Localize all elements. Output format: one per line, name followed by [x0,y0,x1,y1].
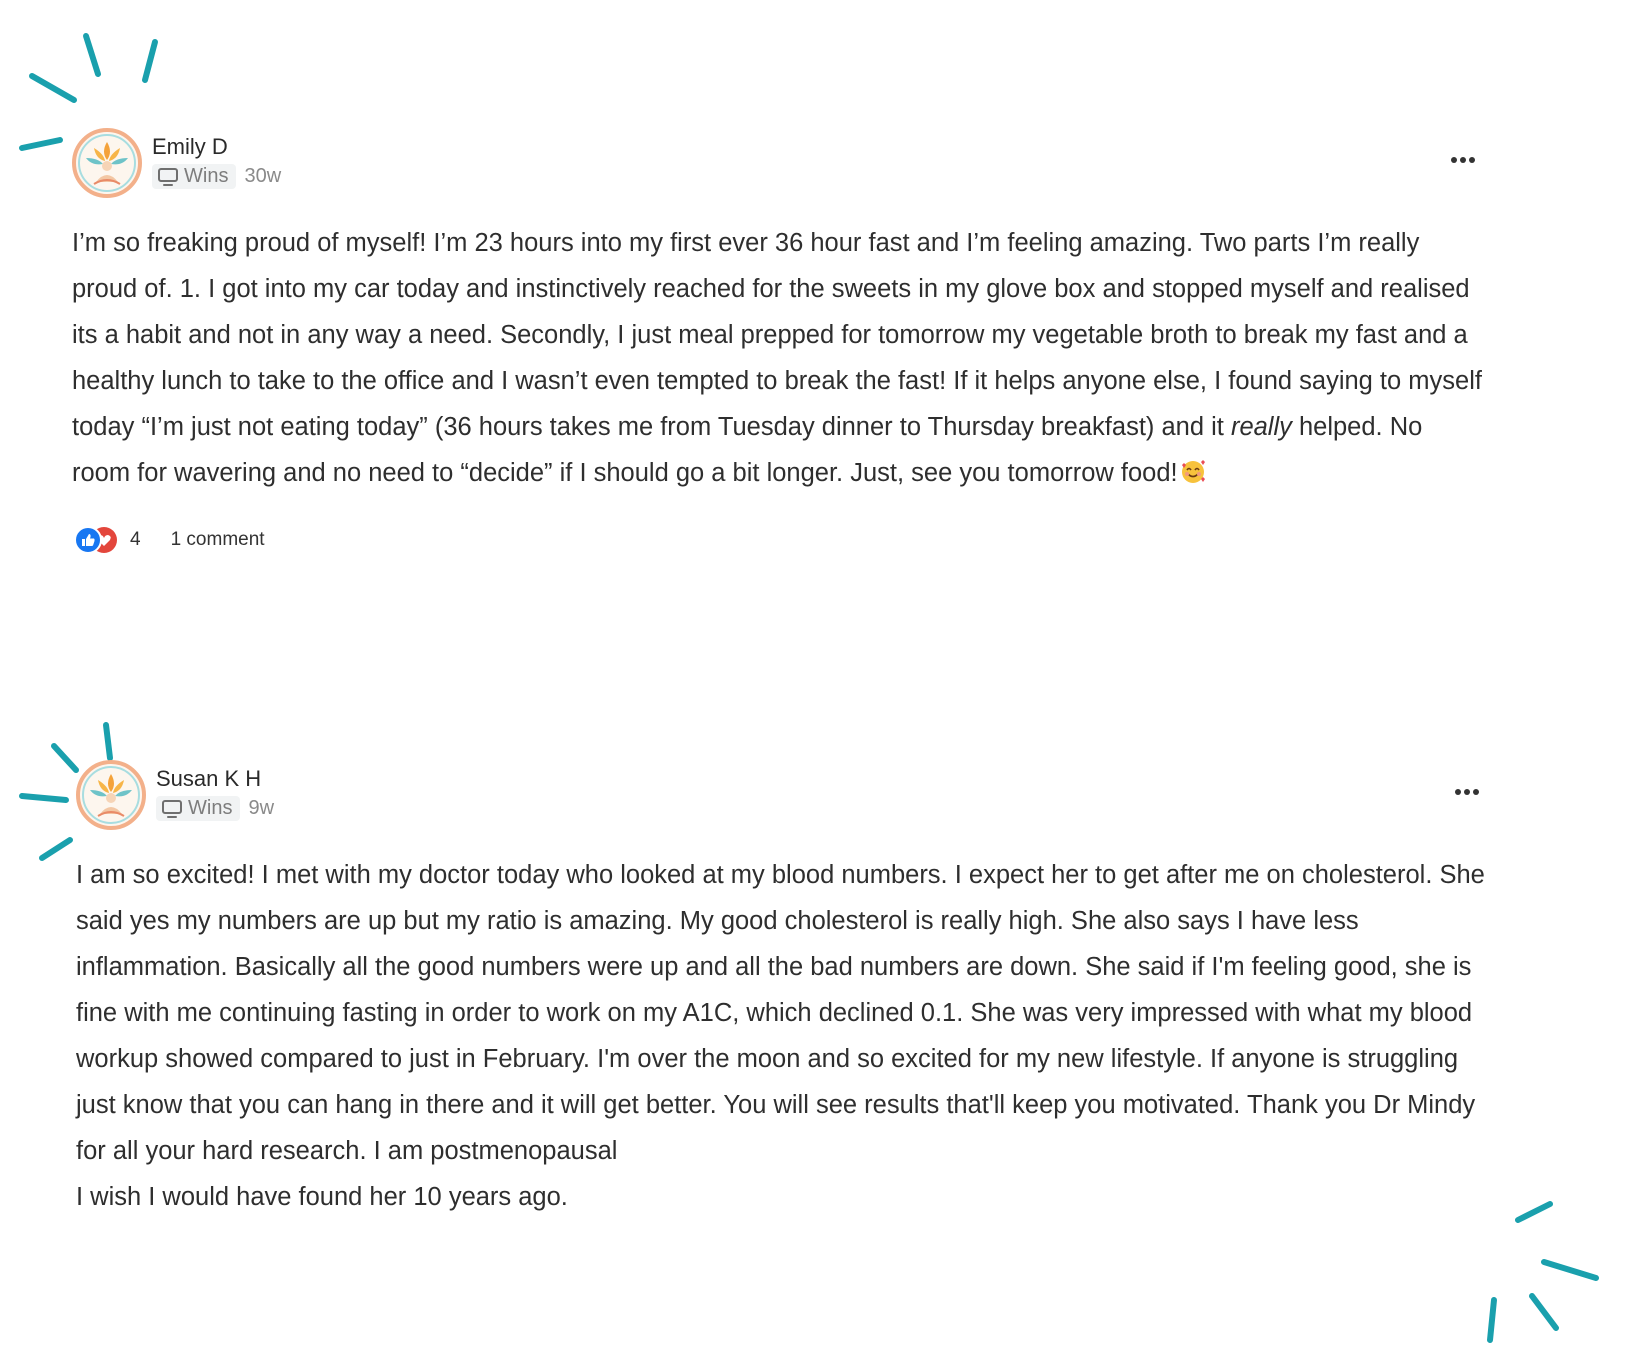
post-meta: Wins 9w [156,796,274,821]
post-body: I am so excited! I met with my doctor to… [76,852,1490,1220]
post-card: Emily D Wins 30w I’m so freaking proud o… [72,128,1562,554]
author-name[interactable]: Emily D [152,134,228,160]
post-text: I wish I would have found her 10 years a… [76,1183,568,1211]
like-icon [74,526,102,554]
post-header: Emily D Wins 30w [72,128,1562,200]
post-header: Susan K H Wins 9w [76,760,1566,832]
reactions-bar: 4 1 comment [72,526,1562,554]
post-text: I am so excited! I met with my doctor to… [76,861,1485,1165]
comments-link[interactable]: 1 comment [171,529,265,551]
lotus-meditation-avatar-icon[interactable] [72,128,142,198]
category-label: Wins [184,165,229,187]
monitor-icon [162,799,182,818]
author-name[interactable]: Susan K H [156,766,261,792]
more-options-icon[interactable] [1446,148,1480,172]
smiling-face-with-hearts-emoji [1181,460,1205,483]
post-time: 30w [244,165,282,187]
monitor-icon [158,167,178,186]
post-time: 9w [248,797,275,819]
category-chip[interactable]: Wins [156,796,241,821]
post-meta: Wins 30w [152,164,281,189]
post-text: I’m so freaking proud of myself! I’m 23 … [72,220,1482,496]
reaction-icons[interactable] [72,526,120,554]
category-chip[interactable]: Wins [152,164,237,189]
post-body: I’m so freaking proud of myself! I’m 23 … [72,220,1482,496]
category-label: Wins [188,797,233,819]
reaction-count[interactable]: 4 [130,529,141,551]
post-card: Susan K H Wins 9w I am so excited! I met… [76,760,1566,1220]
sparkle-bottom-right [1487,1201,1599,1343]
post-text-part: I’m so freaking proud of myself! I’m 23 … [72,229,1482,441]
lotus-meditation-avatar-icon[interactable] [76,760,146,830]
more-options-icon[interactable] [1450,780,1484,804]
post-text-emphasis: really [1230,413,1292,441]
